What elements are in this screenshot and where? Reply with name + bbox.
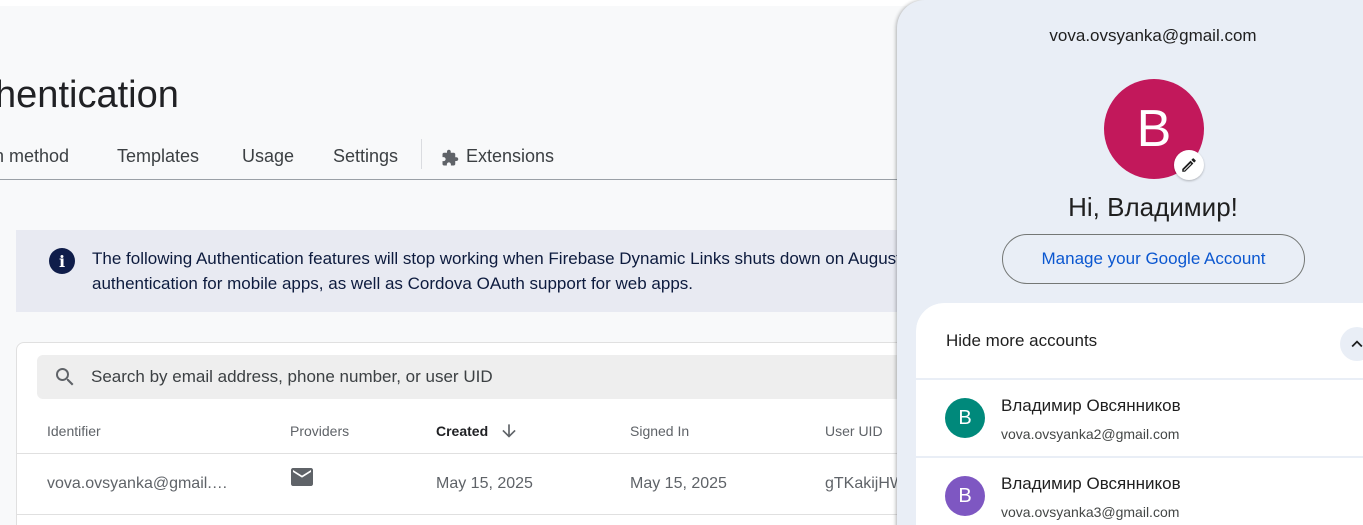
chevron-up-icon	[1351, 340, 1363, 348]
more-accounts-label: Hide more accounts	[946, 331, 1098, 350]
column-header-identifier[interactable]: Identifier	[47, 423, 101, 439]
row-divider	[17, 514, 915, 515]
tab-sign-in-method[interactable]: Sign-in method	[0, 146, 69, 167]
account-email: vova.ovsyanka2@gmail.com	[1001, 426, 1180, 442]
search-icon	[56, 368, 74, 386]
account-email: vova.ovsyanka3@gmail.com	[1001, 504, 1180, 520]
pencil-icon	[1182, 158, 1196, 172]
account-switcher-popup: vova.ovsyanka@gmail.com B Hi, Владимир! …	[897, 0, 1363, 525]
edit-avatar-button[interactable]	[1174, 150, 1204, 180]
column-header-signed-in[interactable]: Signed In	[630, 423, 689, 439]
tab-templates[interactable]: Templates	[117, 146, 199, 167]
account-row[interactable]: B Владимир Овсянников vova.ovsyanka3@gma…	[916, 458, 1363, 525]
column-header-user-uid: User UID	[825, 423, 883, 439]
tab-divider	[421, 139, 422, 169]
deprecation-banner: i The following Authentication features …	[16, 230, 916, 312]
tab-settings[interactable]: Settings	[333, 146, 398, 167]
current-account-email: vova.ovsyanka@gmail.com	[1049, 26, 1257, 45]
greeting: Hi, Владимир!	[1068, 192, 1238, 222]
tab-bar: Sign-in method Templates Usage Settings …	[0, 136, 905, 180]
account-name: Владимир Овсянников	[1001, 396, 1181, 415]
sort-descending-icon[interactable]	[499, 421, 519, 441]
user-signed-in: May 15, 2025	[630, 475, 727, 492]
header-divider	[17, 453, 915, 454]
account-avatar-small: B	[945, 398, 985, 438]
account-name: Владимир Овсянников	[1001, 474, 1181, 493]
tab-extensions[interactable]: Extensions	[466, 146, 554, 167]
user-identifier: vova.ovsyanka@gmail.…	[47, 475, 228, 492]
extension-puzzle-icon	[442, 149, 459, 166]
mail-icon	[291, 468, 313, 486]
users-table-card: Identifier Providers Created Signed In U…	[16, 342, 916, 525]
banner-text: The following Authentication features wi…	[92, 246, 916, 296]
page-title: Authentication	[0, 74, 179, 116]
column-header-created[interactable]: Created	[436, 423, 488, 439]
account-avatar-small: B	[945, 476, 985, 516]
account-row[interactable]: B Владимир Овсянников vova.ovsyanka2@gma…	[916, 380, 1363, 456]
column-header-providers: Providers	[290, 423, 350, 439]
more-accounts-toggle[interactable]: Hide more accounts	[916, 303, 1363, 378]
banner-line-2: authentication for mobile apps, as well …	[92, 274, 694, 293]
manage-google-account-button[interactable]: Manage your Google Account	[1002, 234, 1305, 284]
search-bar	[37, 355, 915, 399]
user-uid: gTKakijHW	[825, 475, 906, 492]
user-created: May 15, 2025	[436, 475, 533, 492]
info-icon: i	[49, 248, 75, 274]
banner-line-1: The following Authentication features wi…	[92, 249, 916, 268]
search-input[interactable]	[91, 355, 891, 399]
more-accounts-panel: Hide more accounts B Владимир Овсянников…	[916, 303, 1363, 525]
tab-usage[interactable]: Usage	[242, 146, 294, 167]
collapse-button[interactable]	[1340, 327, 1363, 361]
